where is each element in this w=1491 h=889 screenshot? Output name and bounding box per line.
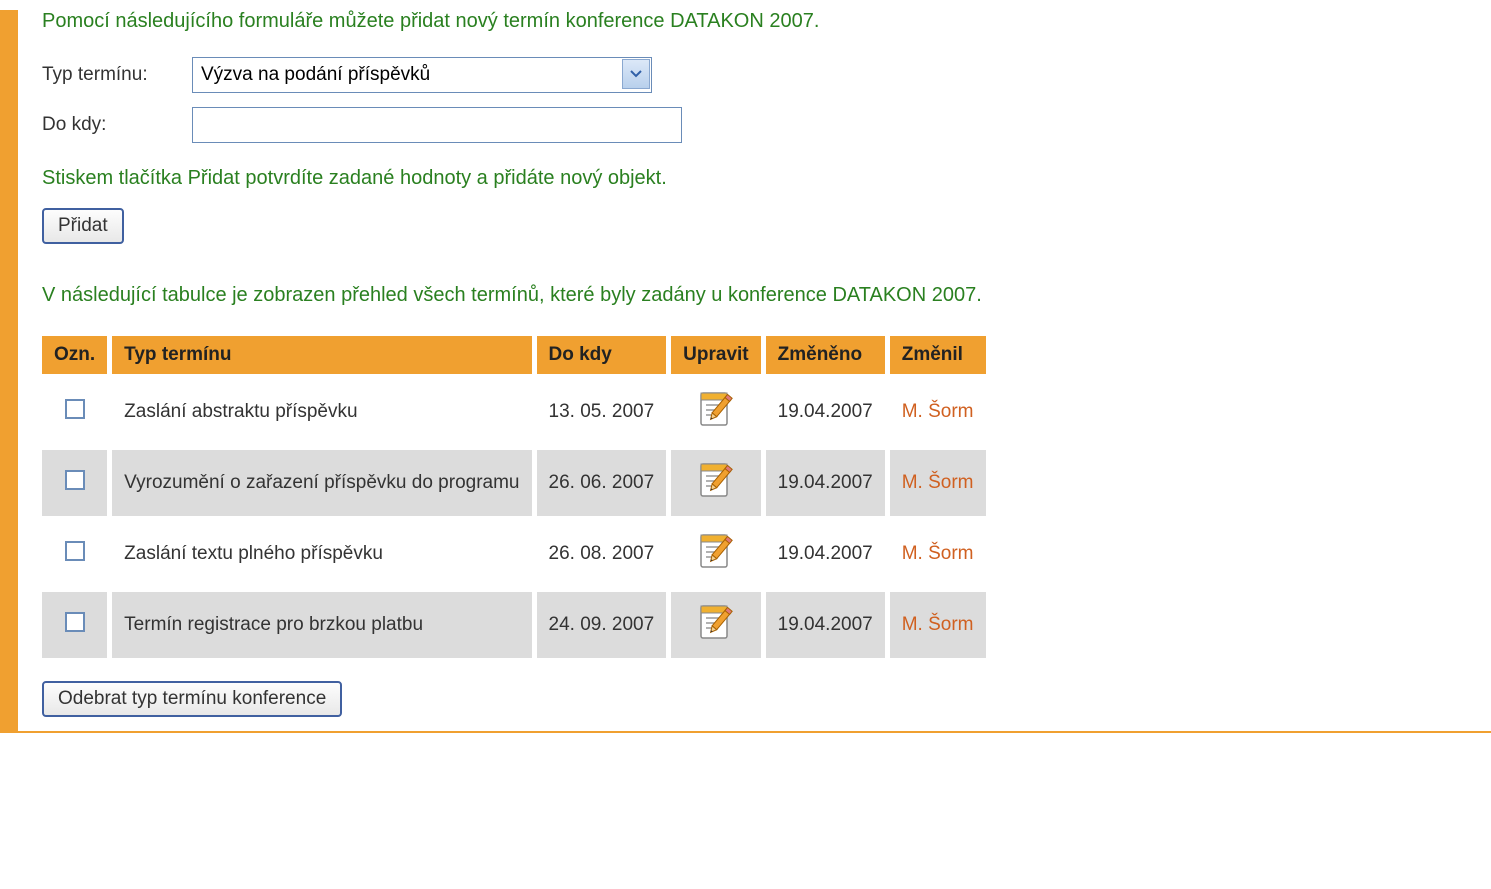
row-check-cell <box>42 592 107 658</box>
row-changed: 19.04.2007 <box>766 450 885 516</box>
row-changed: 19.04.2007 <box>766 521 885 587</box>
row-changed: 19.04.2007 <box>766 592 885 658</box>
row-checkbox[interactable] <box>65 399 85 419</box>
row-changed: 19.04.2007 <box>766 379 885 445</box>
row-deadline: 26. 08. 2007 <box>537 521 667 587</box>
row-changed-by: M. Šorm <box>890 379 986 445</box>
add-button[interactable]: Přidat <box>42 208 124 244</box>
type-label: Typ termínu: <box>42 64 192 86</box>
row-checkbox[interactable] <box>65 612 85 632</box>
edit-icon[interactable] <box>696 460 736 506</box>
row-changed-by: M. Šorm <box>890 450 986 516</box>
col-header-check: Ozn. <box>42 336 107 374</box>
edit-icon[interactable] <box>696 389 736 435</box>
row-type: Zaslání abstraktu příspěvku <box>112 379 531 445</box>
row-checkbox[interactable] <box>65 470 85 490</box>
row-edit-cell <box>671 450 760 516</box>
deadlines-table: Ozn. Typ termínu Do kdy Upravit Změněno … <box>37 331 991 663</box>
deadline-input[interactable] <box>192 107 682 143</box>
row-check-cell <box>42 450 107 516</box>
deadline-label: Do kdy: <box>42 114 192 136</box>
row-edit-cell <box>671 592 760 658</box>
table-row: Vyrozumění o zařazení příspěvku do progr… <box>42 450 986 516</box>
helper-text: Stiskem tlačítka Přidat potvrdíte zadané… <box>42 167 1491 190</box>
form-row-type: Typ termínu: <box>42 57 1491 93</box>
table-row: Termín registrace pro brzkou platbu24. 0… <box>42 592 986 658</box>
intro-text: Pomocí následujícího formuláře můžete př… <box>42 10 1491 33</box>
col-header-type: Typ termínu <box>112 336 531 374</box>
type-select[interactable] <box>192 57 652 93</box>
row-type: Zaslání textu plného příspěvku <box>112 521 531 587</box>
table-row: Zaslání textu plného příspěvku26. 08. 20… <box>42 521 986 587</box>
row-changed-by: M. Šorm <box>890 592 986 658</box>
edit-icon[interactable] <box>696 602 736 648</box>
row-type: Vyrozumění o zařazení příspěvku do progr… <box>112 450 531 516</box>
col-header-edit: Upravit <box>671 336 760 374</box>
table-row: Zaslání abstraktu příspěvku13. 05. 2007 1… <box>42 379 986 445</box>
row-check-cell <box>42 521 107 587</box>
form-row-deadline: Do kdy: <box>42 107 1491 143</box>
col-header-changed-by: Změnil <box>890 336 986 374</box>
row-deadline: 24. 09. 2007 <box>537 592 667 658</box>
row-deadline: 26. 06. 2007 <box>537 450 667 516</box>
remove-button[interactable]: Odebrat typ termínu konference <box>42 681 342 717</box>
row-deadline: 13. 05. 2007 <box>537 379 667 445</box>
edit-icon[interactable] <box>696 531 736 577</box>
row-edit-cell <box>671 521 760 587</box>
row-check-cell <box>42 379 107 445</box>
row-changed-by: M. Šorm <box>890 521 986 587</box>
row-type: Termín registrace pro brzkou platbu <box>112 592 531 658</box>
col-header-changed: Změněno <box>766 336 885 374</box>
table-intro-text: V následující tabulce je zobrazen přehle… <box>42 284 1491 307</box>
row-edit-cell <box>671 379 760 445</box>
col-header-deadline: Do kdy <box>537 336 667 374</box>
row-checkbox[interactable] <box>65 541 85 561</box>
